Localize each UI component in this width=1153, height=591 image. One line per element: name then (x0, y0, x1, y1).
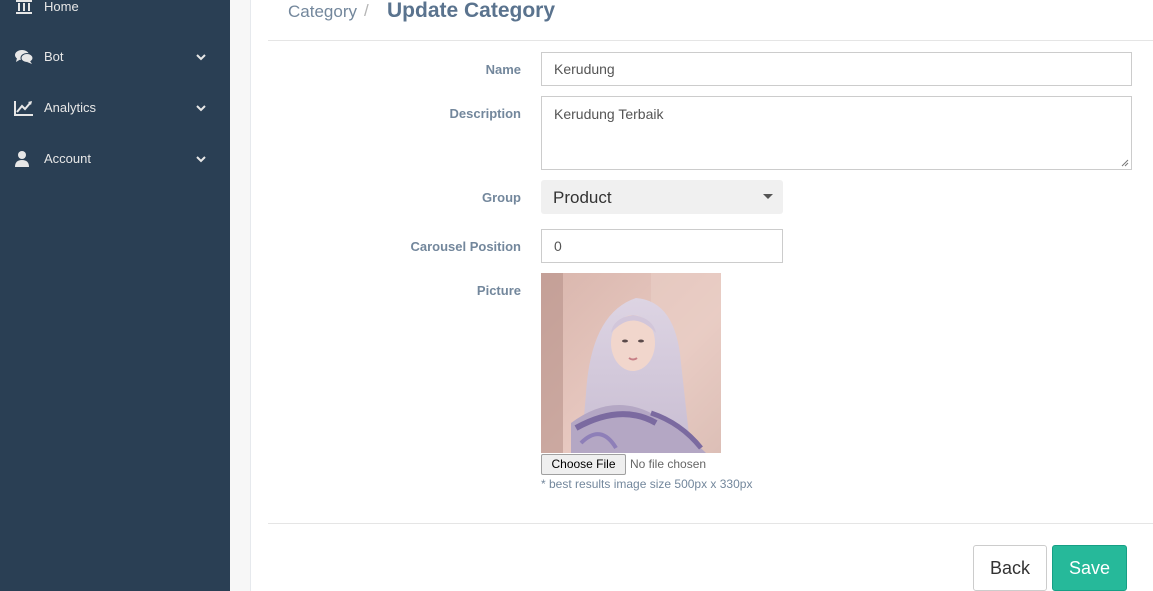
chevron-down-icon (196, 54, 206, 61)
main-content: Category / Update Category Name Kerudung… (230, 0, 1153, 591)
breadcrumb-parent[interactable]: Category (288, 2, 357, 22)
sidebar-item-label: Home (44, 0, 79, 14)
back-button[interactable]: Back (973, 545, 1047, 591)
category-picture (541, 273, 721, 453)
file-status-text: No file chosen (630, 457, 707, 471)
sidebar-item-analytics[interactable]: Analytics (0, 93, 230, 123)
description-textarea[interactable]: Kerudung Terbaik (541, 96, 1132, 170)
resize-grip-icon[interactable] (1121, 159, 1129, 167)
caret-down-icon (763, 194, 773, 199)
description-text: Kerudung Terbaik (554, 106, 664, 122)
page-title: Update Category (387, 0, 556, 22)
sidebar-item-label: Bot (44, 49, 64, 64)
comments-icon (15, 50, 34, 64)
group-select[interactable]: Product (541, 180, 783, 214)
image-size-hint: * best results image size 500px x 330px (541, 477, 753, 491)
carousel-position-label: Carousel Position (410, 239, 521, 254)
chevron-down-icon (196, 156, 206, 163)
user-icon (15, 151, 29, 167)
picture-label: Picture (476, 283, 521, 298)
sidebar-item-label: Account (44, 151, 91, 166)
group-selected-value: Product (553, 188, 612, 207)
choose-file-button[interactable]: Choose File (541, 454, 626, 475)
sidebar-item-bot[interactable]: Bot (0, 42, 230, 72)
sidebar-item-home[interactable]: Home (0, 0, 230, 22)
description-label: Description (449, 106, 521, 121)
line-chart-icon (14, 101, 33, 116)
sidebar: Home Bot Analytics Account (0, 0, 230, 591)
name-label: Name (485, 62, 521, 77)
sidebar-item-account[interactable]: Account (0, 144, 230, 174)
name-input[interactable]: Kerudung (541, 52, 1132, 86)
breadcrumb-separator: / (364, 1, 369, 20)
header-divider (268, 40, 1153, 41)
carousel-position-input[interactable]: 0 (541, 229, 783, 263)
sidebar-item-label: Analytics (44, 100, 97, 115)
group-label: Group (482, 190, 521, 205)
form-panel: Category / Update Category Name Kerudung… (250, 0, 1153, 591)
home-icon (16, 0, 32, 14)
save-button[interactable]: Save (1052, 545, 1127, 591)
footer-divider (268, 523, 1153, 524)
chevron-down-icon (196, 105, 206, 112)
